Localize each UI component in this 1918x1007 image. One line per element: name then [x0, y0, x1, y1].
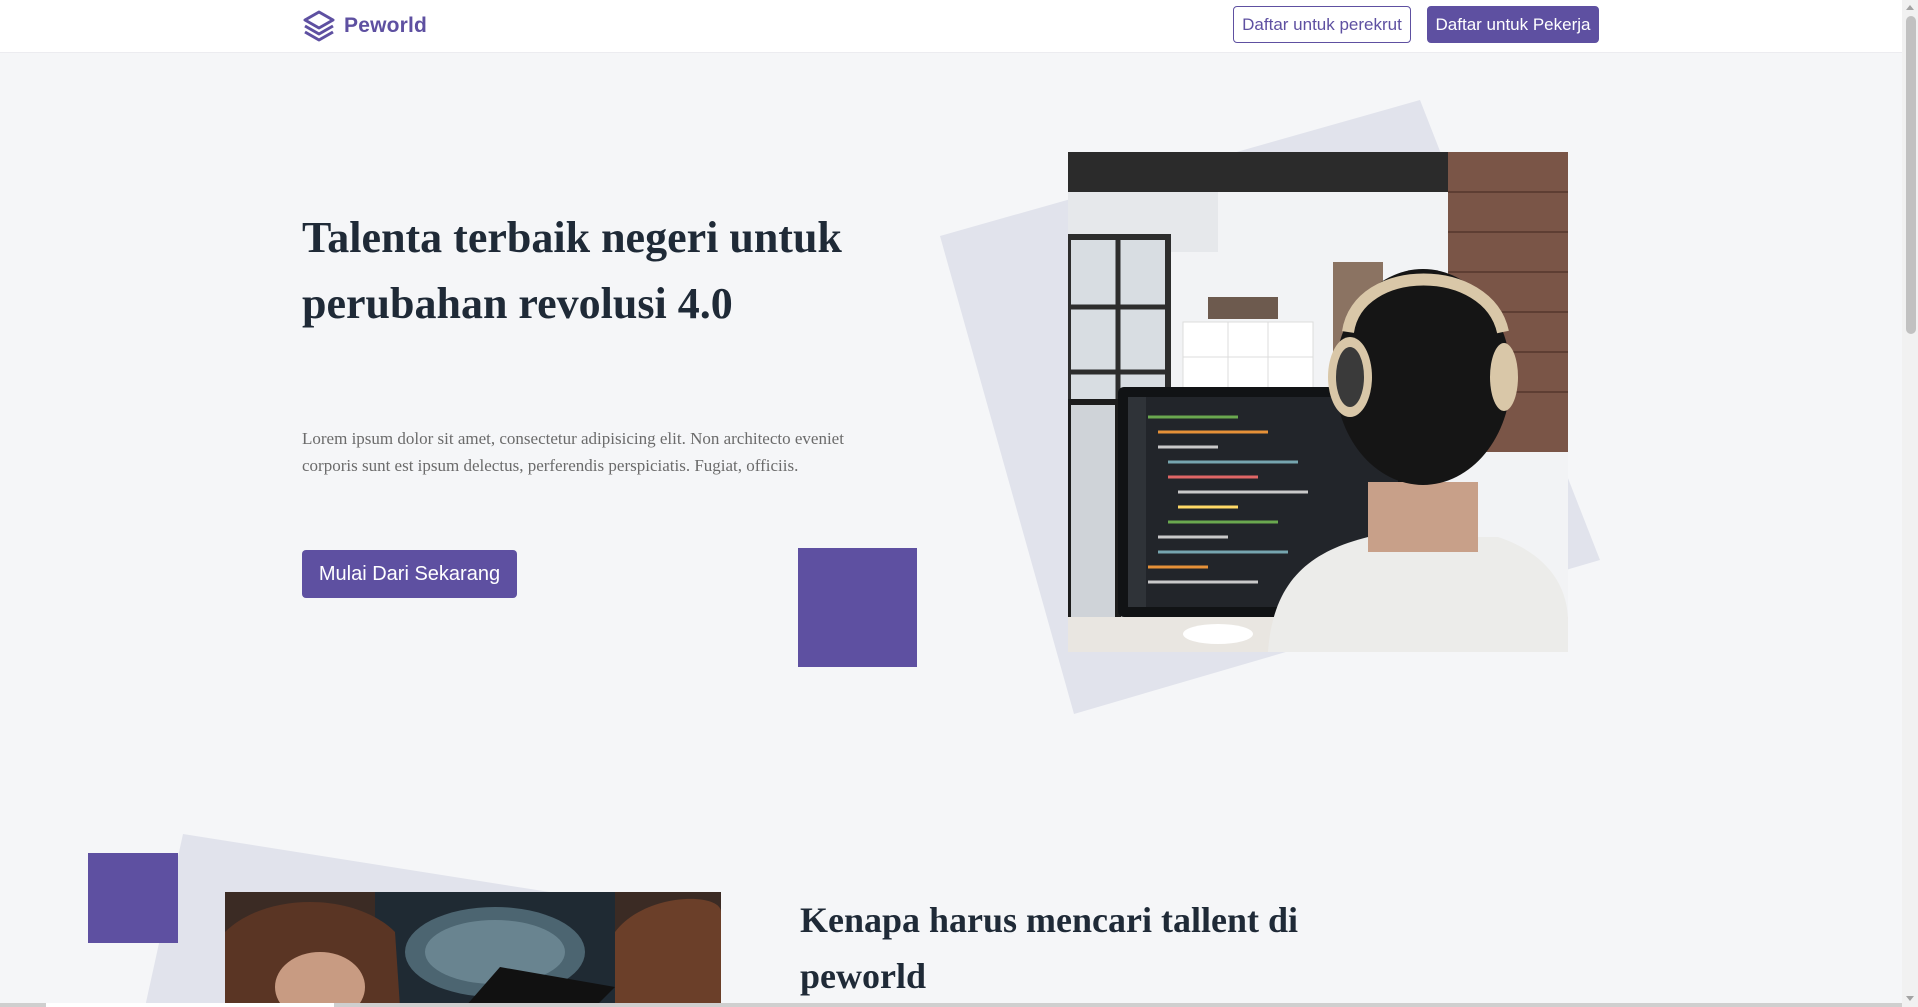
navbar: Peworld Daftar untuk perekrut Daftar unt… [0, 0, 1902, 53]
brand-name: Peworld [344, 14, 428, 37]
hero-image [1068, 152, 1568, 652]
decorative-square [798, 548, 917, 667]
team-image [225, 892, 721, 1007]
hero-description: Lorem ipsum dolor sit amet, consectetur … [302, 429, 844, 475]
decorative-tilted-shapes [145, 100, 1600, 1007]
hero-title: Talenta terbaik negeri untuk perubahan r… [302, 213, 842, 328]
register-worker-button[interactable]: Daftar untuk Pekerja [1427, 6, 1599, 43]
start-now-button[interactable]: Mulai Dari Sekarang [302, 550, 517, 598]
decorative-square-2 [88, 853, 178, 943]
register-recruiter-button[interactable]: Daftar untuk perekrut [1233, 6, 1411, 43]
triangle-up-icon[interactable] [1904, 1, 1916, 15]
triangle-down-icon[interactable] [1904, 991, 1916, 1005]
layers-icon [303, 10, 335, 42]
developer-at-desk-illustration [1068, 152, 1568, 652]
brand-logo[interactable]: Peworld [302, 8, 427, 44]
vertical-scrollbar-thumb[interactable] [1906, 16, 1916, 334]
team-meeting-illustration [225, 892, 721, 1007]
horizontal-scrollbar-thumb[interactable] [46, 1003, 334, 1007]
page: Peworld Daftar untuk perekrut Daftar unt… [0, 0, 1902, 1007]
section2-title: Kenapa harus mencari tallent di peworld [800, 900, 1299, 996]
